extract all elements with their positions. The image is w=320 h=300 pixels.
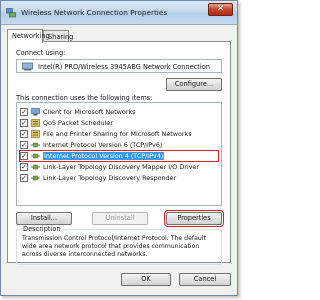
item-checkbox[interactable]: ✓ xyxy=(20,108,28,116)
list-item-qos-packet-scheduler[interactable]: ✓ QoS Packet Scheduler xyxy=(20,118,218,128)
protocol-icon xyxy=(31,153,40,159)
close-icon: ✕ xyxy=(216,4,225,14)
tab-networking[interactable]: Networking xyxy=(7,29,50,43)
list-item-lltd-responder[interactable]: ✓ Link-Layer Topology Discovery Responde… xyxy=(20,173,218,183)
description-text: Transmission Control Protocol/Internet P… xyxy=(22,235,206,258)
item-checkbox[interactable]: ✓ xyxy=(20,152,28,160)
item-label: Link-Layer Topology Discovery Responder xyxy=(43,174,177,182)
configure-button-label: Configure... xyxy=(174,80,214,88)
install-button-label: Install... xyxy=(30,214,58,222)
protocol-icon xyxy=(31,142,40,148)
connect-using-label: Connect using: xyxy=(16,49,66,57)
items-section-label: This connection uses the following items… xyxy=(16,94,153,102)
uninstall-button-label: Uninstall xyxy=(105,214,135,222)
list-item-ipv4[interactable]: ✓ Internet Protocol Version 4 (TCP/IPv4) xyxy=(19,150,219,162)
networking-panel: Connect using: Intel(R) PRO/Wireless 394… xyxy=(7,41,231,265)
window-title: Wireless Network Connection Properties xyxy=(21,8,168,17)
network-connection-icon xyxy=(6,8,16,18)
tab-networking-label: Networking xyxy=(12,32,50,40)
title-bar[interactable]: Wireless Network Connection Properties ✕ xyxy=(1,1,237,25)
list-item-client-for-microsoft-networks[interactable]: ✓ Client for Microsoft Networks xyxy=(20,107,218,117)
item-label: QoS Packet Scheduler xyxy=(43,119,113,127)
item-label: Internet Protocol Version 4 (TCP/IPv4) xyxy=(43,152,165,160)
properties-button-label: Properties xyxy=(177,214,211,222)
item-checkbox[interactable]: ✓ xyxy=(20,119,28,127)
tab-sharing-label: Sharing xyxy=(48,33,74,41)
item-label: Internet Protocol Version 6 (TCP/IPv6) xyxy=(43,141,163,149)
properties-button[interactable]: Properties xyxy=(164,210,224,227)
item-label: Link-Layer Topology Discovery Mapper I/O… xyxy=(43,163,199,171)
ok-button-label: OK xyxy=(141,275,151,283)
item-checkbox[interactable]: ✓ xyxy=(20,130,28,138)
protocol-icon xyxy=(31,164,40,170)
list-item-file-and-printer-sharing[interactable]: ✓ File and Printer Sharing for Microsoft… xyxy=(20,129,218,139)
cancel-button-label: Cancel xyxy=(193,275,217,283)
connection-items-list[interactable]: ✓ Client for Microsoft Networks ✓ QoS Pa… xyxy=(16,102,222,206)
adapter-field: Intel(R) PRO/Wireless 3945ABG Network Co… xyxy=(16,59,222,73)
close-button[interactable]: ✕ xyxy=(208,3,233,16)
configure-button[interactable]: Configure... xyxy=(166,78,222,91)
description-group: Description Transmission Control Protoco… xyxy=(16,225,222,265)
description-title: Description xyxy=(21,225,63,233)
item-checkbox[interactable]: ✓ xyxy=(20,174,28,182)
install-button[interactable]: Install... xyxy=(16,212,72,225)
service-icon xyxy=(31,119,40,127)
ok-button[interactable]: OK xyxy=(121,273,171,286)
service-icon xyxy=(31,130,40,138)
properties-dialog: Wireless Network Connection Properties ✕… xyxy=(0,0,238,296)
list-item-ipv6[interactable]: ✓ Internet Protocol Version 6 (TCP/IPv6) xyxy=(20,140,218,150)
item-checkbox[interactable]: ✓ xyxy=(20,163,28,171)
adapter-name: Intel(R) PRO/Wireless 3945ABG Network Co… xyxy=(38,63,210,71)
cancel-button[interactable]: Cancel xyxy=(179,273,231,286)
client-icon xyxy=(31,108,40,116)
protocol-icon xyxy=(31,175,40,181)
item-label: Client for Microsoft Networks xyxy=(43,108,136,116)
item-checkbox[interactable]: ✓ xyxy=(20,141,28,149)
item-label: File and Printer Sharing for Microsoft N… xyxy=(43,130,192,138)
network-adapter-icon xyxy=(22,62,33,71)
uninstall-button[interactable]: Uninstall xyxy=(92,212,148,225)
list-item-lltd-mapper[interactable]: ✓ Link-Layer Topology Discovery Mapper I… xyxy=(20,162,218,172)
